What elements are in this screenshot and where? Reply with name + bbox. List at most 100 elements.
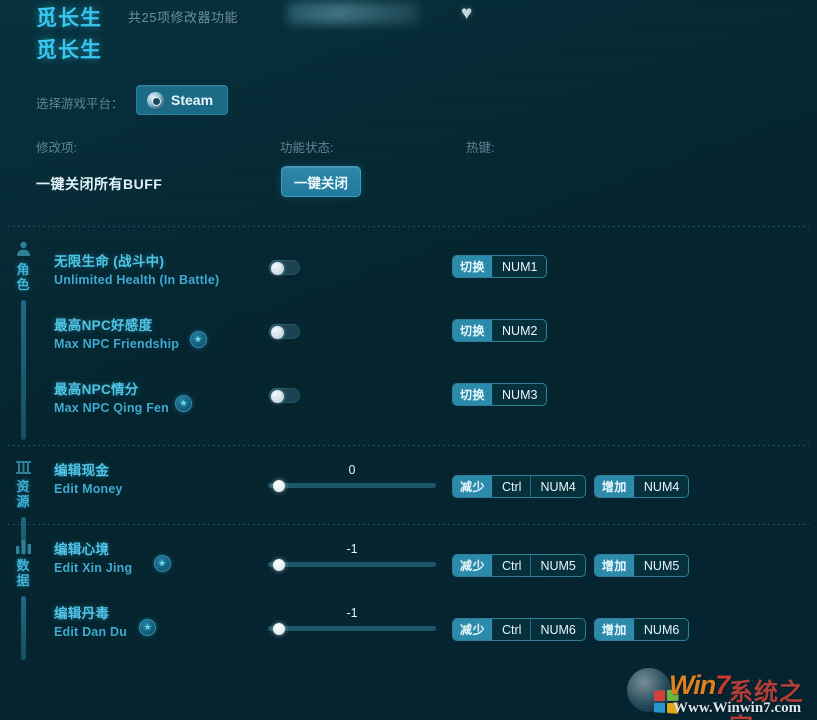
slider-thumb[interactable] bbox=[272, 622, 285, 635]
modifier-name-en: Edit Dan Du bbox=[54, 625, 128, 639]
hotkey-binding-减少[interactable]: 减少 Ctrl NUM4 bbox=[452, 475, 586, 498]
hotkey-action-label: 增加 bbox=[594, 555, 634, 576]
app-header: 觅长生 觅长生 共25项修改器功能 ♥ bbox=[0, 0, 817, 72]
one-click-close-label: 一键关闭所有BUFF bbox=[36, 176, 163, 192]
hotkey-binding-减少[interactable]: 减少 Ctrl NUM6 bbox=[452, 618, 586, 641]
modifier-labels: 编辑丹毒 Edit Dan Du bbox=[54, 602, 127, 639]
watermark-brand-cn: 系统之家 bbox=[729, 679, 804, 720]
slider-thumb[interactable] bbox=[272, 479, 285, 492]
platform-steam-label: Steam bbox=[171, 92, 214, 108]
modifier-name-cn: 编辑丹毒 bbox=[54, 606, 110, 621]
modifier-labels: 最高NPC情分 Max NPC Qing Fen bbox=[54, 378, 169, 415]
watermark-brand-text: Win bbox=[669, 670, 716, 700]
slider-track[interactable] bbox=[268, 626, 436, 631]
modifier-toggle[interactable] bbox=[269, 388, 300, 403]
favorite-star-icon[interactable]: ★ bbox=[139, 619, 157, 636]
hotkey-cap-NUM4: NUM4 bbox=[633, 476, 688, 497]
modifier-name-cn: 最高NPC情分 bbox=[54, 382, 139, 397]
hotkey-group-container: 切换 NUM3 bbox=[452, 383, 548, 406]
hotkey-action-label: 减少 bbox=[453, 619, 493, 640]
hotkey-cap-NUM3: NUM3 bbox=[492, 384, 546, 405]
hotkey-group-container: 减少 Ctrl NUM5 增加 NUM5 bbox=[452, 554, 690, 577]
hotkey-group-container: 切换 NUM2 bbox=[452, 319, 548, 342]
hotkey-action-label: 减少 bbox=[453, 555, 493, 576]
hotkey-cap-Ctrl: Ctrl bbox=[492, 555, 530, 576]
modifier-row: 编辑心境 Edit Xin Jing ★ -1 减少 Ctrl NUM5 增加 NUM5 bbox=[0, 529, 817, 593]
watermark-brand: Win7 bbox=[669, 670, 730, 701]
modifier-name-cn: 最高NPC好感度 bbox=[54, 318, 153, 333]
favorite-star-icon[interactable]: ★ bbox=[175, 395, 193, 412]
hotkey-cap-NUM6: NUM6 bbox=[530, 619, 584, 640]
hotkey-cap-NUM2: NUM2 bbox=[492, 320, 546, 341]
modifier-labels: 编辑现金 Edit Money bbox=[54, 459, 123, 496]
hotkey-cap-Ctrl: Ctrl bbox=[492, 476, 530, 497]
modifier-name-en: Max NPC Friendship bbox=[54, 337, 180, 351]
heart-icon[interactable]: ♥ bbox=[461, 4, 472, 23]
hotkey-cap-NUM1: NUM1 bbox=[492, 256, 546, 277]
slider-thumb[interactable] bbox=[272, 558, 285, 571]
windows-logo-icon bbox=[627, 668, 679, 714]
hotkey-cap-NUM5: NUM5 bbox=[633, 555, 688, 576]
page-subtitle: 觅长生 bbox=[36, 39, 102, 62]
favorite-star-icon[interactable]: ★ bbox=[189, 331, 207, 348]
modifier-name-en: Edit Xin Jing bbox=[54, 561, 133, 575]
modifier-labels: 最高NPC好感度 Max NPC Friendship bbox=[54, 314, 179, 351]
slider-value-label: 0 bbox=[348, 463, 356, 477]
modifier-row: 最高NPC情分 Max NPC Qing Fen ★ 切换 NUM3 bbox=[0, 369, 817, 433]
hotkey-group-container: 减少 Ctrl NUM6 增加 NUM6 bbox=[452, 618, 690, 641]
hotkey-action-label: 切换 bbox=[453, 256, 493, 277]
hotkey-cap-Ctrl: Ctrl bbox=[492, 619, 530, 640]
platform-label: 选择游戏平台： bbox=[36, 97, 124, 111]
redacted-blurred-field bbox=[288, 2, 418, 24]
hotkey-action-label: 增加 bbox=[594, 476, 634, 497]
modifier-name-en: Unlimited Health (In Battle) bbox=[54, 273, 220, 287]
modifier-row: 无限生命 (战斗中) Unlimited Health (In Battle) 切换… bbox=[0, 241, 817, 305]
hotkey-binding-减少[interactable]: 减少 Ctrl NUM5 bbox=[452, 554, 586, 577]
toggle-knob bbox=[271, 390, 284, 403]
hotkey-binding-增加[interactable]: 增加 NUM6 bbox=[593, 618, 690, 641]
watermark-url: Www.Winwin7.com bbox=[673, 700, 802, 716]
hotkey-binding-增加[interactable]: 增加 NUM4 bbox=[593, 475, 690, 498]
modifier-name-en: Max NPC Qing Fen bbox=[54, 401, 170, 415]
modifier-name-cn: 编辑心境 bbox=[54, 542, 110, 557]
page-title: 觅长生 bbox=[36, 7, 102, 30]
favorite-star-icon[interactable]: ★ bbox=[153, 555, 171, 572]
feature-count-label: 共25项修改器功能 bbox=[128, 10, 238, 25]
section-data: 数据编辑心境 Edit Xin Jing ★ -1 减少 Ctrl NUM5 增加 NUM5 编辑… bbox=[0, 525, 817, 667]
hotkey-binding-切换[interactable]: 切换 NUM2 bbox=[452, 319, 548, 342]
hotkey-binding-切换[interactable]: 切换 NUM3 bbox=[452, 383, 548, 406]
toggle-knob bbox=[271, 326, 284, 339]
hotkey-cap-NUM4: NUM4 bbox=[530, 476, 584, 497]
slider-track[interactable] bbox=[268, 562, 436, 567]
hotkey-action-label: 减少 bbox=[453, 476, 493, 497]
platform-steam-button[interactable]: Steam bbox=[136, 85, 229, 115]
modifier-toggle[interactable] bbox=[269, 260, 300, 275]
modifier-name-cn: 无限生命 (战斗中) bbox=[54, 254, 165, 269]
hotkey-action-label: 切换 bbox=[453, 384, 493, 405]
hotkey-cap-NUM6: NUM6 bbox=[633, 619, 688, 640]
modifier-labels: 无限生命 (战斗中) Unlimited Health (In Battle) bbox=[54, 250, 219, 287]
section-character: 角色无限生命 (战斗中) Unlimited Health (In Battle)… bbox=[0, 227, 817, 445]
modifier-toggle[interactable] bbox=[269, 324, 300, 339]
slider-value-label: -1 bbox=[346, 606, 358, 620]
watermark-brand-seven: 7 bbox=[715, 670, 730, 700]
modifier-name-cn: 编辑现金 bbox=[54, 463, 110, 478]
sections-container: 角色无限生命 (战斗中) Unlimited Health (In Battle)… bbox=[0, 226, 817, 667]
column-header-state: 功能状态: bbox=[280, 141, 334, 155]
hotkey-binding-增加[interactable]: 增加 NUM5 bbox=[593, 554, 690, 577]
hotkey-binding-切换[interactable]: 切换 NUM1 bbox=[452, 255, 548, 278]
hotkey-action-label: 增加 bbox=[594, 619, 634, 640]
steam-logo-icon bbox=[147, 91, 164, 109]
hotkey-group-container: 切换 NUM1 bbox=[452, 255, 548, 278]
slider-value-label: -1 bbox=[346, 542, 358, 556]
modifier-row: 最高NPC好感度 Max NPC Friendship ★ 切换 NUM2 bbox=[0, 305, 817, 369]
modifier-row: 编辑现金 Edit Money 0 减少 Ctrl NUM4 增加 NUM4 bbox=[0, 450, 817, 514]
one-click-close-row: 一键关闭所有BUFF 一键关闭 bbox=[0, 164, 817, 226]
toggle-knob bbox=[271, 262, 284, 275]
hotkey-cap-NUM5: NUM5 bbox=[530, 555, 584, 576]
modifier-labels: 编辑心境 Edit Xin Jing bbox=[54, 538, 132, 575]
hotkey-action-label: 切换 bbox=[453, 320, 493, 341]
slider-track[interactable] bbox=[268, 483, 436, 488]
platform-selector-row: 选择游戏平台： Steam bbox=[0, 72, 817, 132]
one-click-close-button[interactable]: 一键关闭 bbox=[281, 166, 361, 197]
